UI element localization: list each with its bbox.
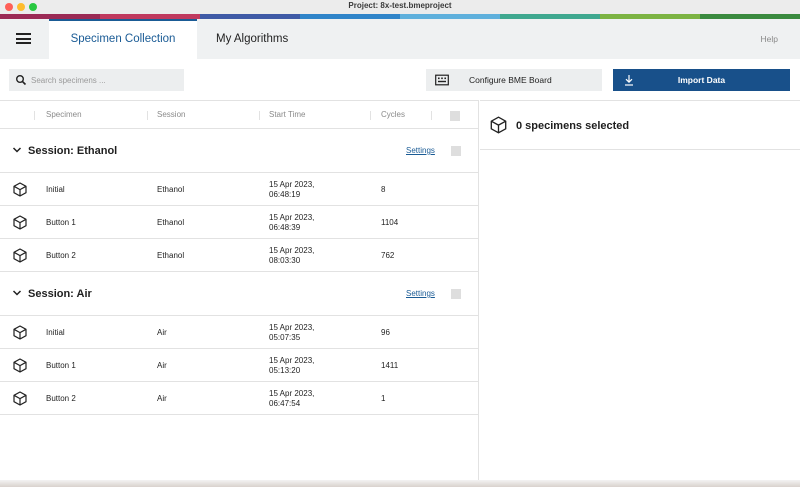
cube-icon (13, 248, 27, 263)
cycles-count: 8 (381, 185, 386, 194)
start-time: 15 Apr 2023, 06:48:19 (269, 180, 314, 200)
window-title: Project: 8x-test.bmeproject (348, 1, 452, 10)
session-name: Air (157, 361, 167, 370)
specimen-name: Button 2 (46, 394, 76, 403)
cycles-count: 96 (381, 328, 390, 337)
specimen-name: Initial (46, 328, 65, 337)
specimen-name: Button 1 (46, 218, 76, 227)
specimen-name: Button 2 (46, 251, 76, 260)
cube-icon (13, 215, 27, 230)
board-icon (435, 74, 449, 86)
table-row[interactable]: Initial Ethanol 15 Apr 2023, 06:48:19 8 (0, 173, 479, 206)
start-time: 15 Apr 2023, 06:48:39 (269, 213, 314, 233)
session-name: Ethanol (157, 185, 185, 194)
start-time: 15 Apr 2023, 06:47:54 (269, 389, 314, 409)
specimen-name: Button 1 (46, 361, 76, 370)
window-titlebar: Project: 8x-test.bmeproject (0, 0, 800, 14)
chevron-down-icon[interactable] (12, 289, 22, 297)
tab-specimen-collection[interactable]: Specimen Collection (49, 19, 197, 59)
chevron-down-icon[interactable] (12, 146, 22, 154)
session-group-checkbox[interactable] (451, 146, 461, 156)
start-date: 15 Apr 2023, (269, 323, 315, 332)
selection-summary: 0 specimens selected (480, 100, 800, 150)
cycles-count: 1411 (381, 361, 399, 370)
search-box[interactable] (9, 69, 184, 91)
session-settings-link[interactable]: Settings (406, 129, 435, 173)
configure-bme-board-label: Configure BME Board (469, 75, 552, 85)
search-input[interactable] (31, 69, 179, 91)
session-group-checkbox[interactable] (451, 289, 461, 299)
cycles-count: 1104 (381, 218, 399, 227)
session-name: Air (157, 328, 167, 337)
tab-my-algorithms[interactable]: My Algorithms (216, 19, 288, 59)
cube-icon (13, 391, 27, 406)
cube-icon (13, 325, 27, 340)
cube-icon (13, 358, 27, 373)
column-header-session[interactable]: Session (157, 101, 185, 129)
table-row[interactable]: Initial Air 15 Apr 2023, 05:07:35 96 (0, 316, 479, 349)
column-header-specimen[interactable]: Specimen (46, 101, 82, 129)
session-group-header[interactable]: Session: Air Settings (0, 272, 479, 316)
cube-icon (490, 116, 507, 134)
cycles-count: 762 (381, 251, 395, 260)
start-date: 15 Apr 2023, (269, 389, 315, 398)
table-row[interactable]: Button 2 Air 15 Apr 2023, 06:47:54 1 (0, 382, 479, 415)
session-group-header[interactable]: Session: Ethanol Settings (0, 129, 479, 173)
specimen-name: Initial (46, 185, 65, 194)
menu-icon[interactable] (16, 33, 31, 44)
configure-bme-board-button[interactable]: Configure BME Board (426, 69, 602, 91)
start-time: 15 Apr 2023, 05:07:35 (269, 323, 314, 343)
start-clock: 06:47:54 (269, 399, 301, 408)
start-time: 15 Apr 2023, 08:03:30 (269, 246, 314, 266)
start-clock: 05:13:20 (269, 366, 301, 375)
session-name: Air (157, 394, 167, 403)
session-group-title: Session: Ethanol (28, 145, 118, 157)
table-header: Specimen Session Start Time Cycles (0, 100, 479, 129)
top-navigation: Specimen Collection My Algorithms Help (0, 19, 800, 59)
start-clock: 05:07:35 (269, 333, 301, 342)
import-data-button[interactable]: Import Data (613, 69, 790, 91)
column-header-cycles[interactable]: Cycles (381, 101, 405, 129)
cycles-count: 1 (381, 394, 386, 403)
session-settings-link[interactable]: Settings (406, 272, 435, 316)
start-clock: 06:48:39 (269, 223, 301, 232)
start-clock: 06:48:19 (269, 190, 301, 199)
import-data-label: Import Data (677, 75, 726, 85)
cube-icon (13, 182, 27, 197)
window-bottom-edge (0, 480, 800, 487)
specimen-table: Specimen Session Start Time Cycles Sessi… (0, 100, 479, 487)
column-header-start-time[interactable]: Start Time (269, 101, 305, 129)
search-icon (16, 75, 27, 86)
table-row[interactable]: Button 2 Ethanol 15 Apr 2023, 08:03:30 76… (0, 239, 479, 272)
start-time: 15 Apr 2023, 05:13:20 (269, 356, 314, 376)
start-date: 15 Apr 2023, (269, 180, 315, 189)
session-name: Ethanol (157, 251, 185, 260)
start-date: 15 Apr 2023, (269, 356, 315, 365)
session-group-title: Session: Air (28, 288, 92, 300)
session-name: Ethanol (157, 218, 185, 227)
start-date: 15 Apr 2023, (269, 213, 315, 222)
table-row[interactable]: Button 1 Air 15 Apr 2023, 05:13:20 1411 (0, 349, 479, 382)
start-clock: 08:03:30 (269, 256, 301, 265)
help-link[interactable]: Help (761, 19, 778, 59)
table-row[interactable]: Button 1 Ethanol 15 Apr 2023, 06:48:39 11… (0, 206, 479, 239)
start-date: 15 Apr 2023, (269, 246, 315, 255)
select-all-checkbox[interactable] (450, 111, 460, 121)
selected-count-label: 0 specimens selected (516, 120, 630, 132)
